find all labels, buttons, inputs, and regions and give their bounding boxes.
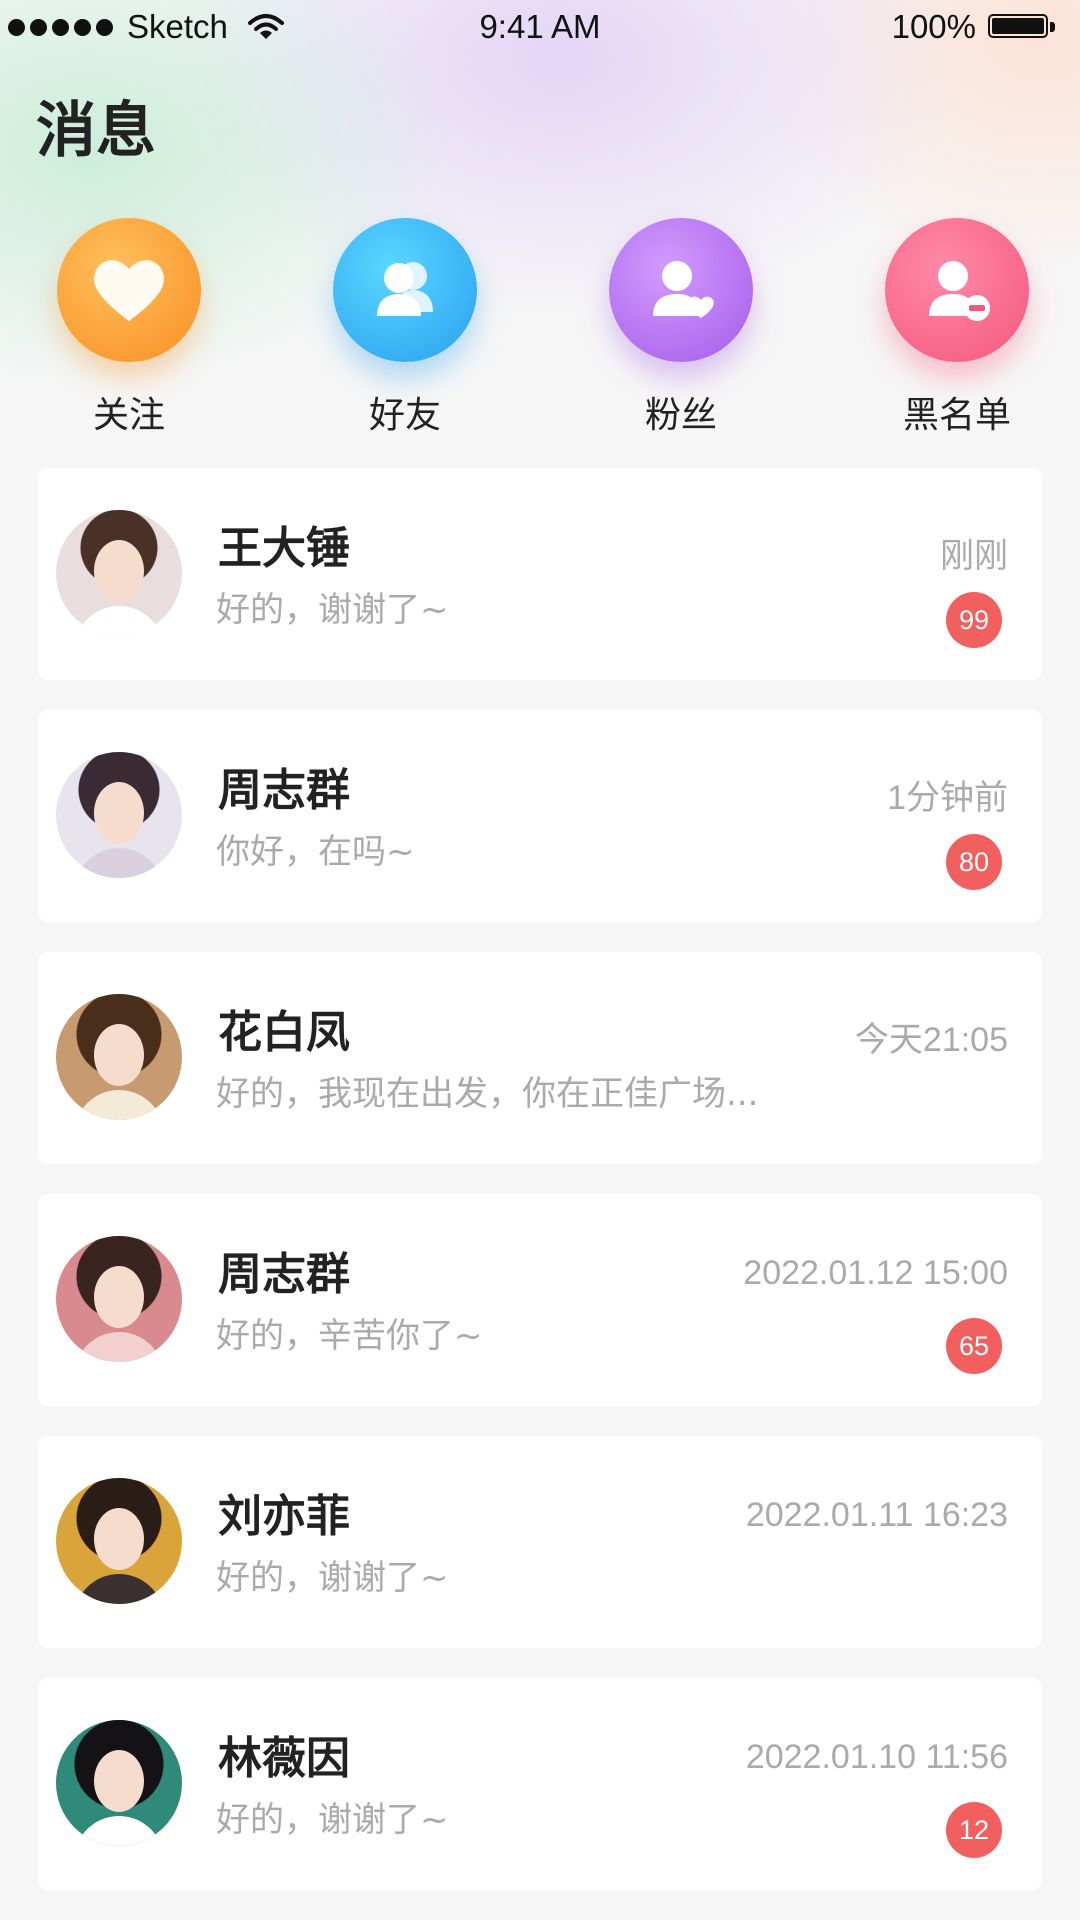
- message-item[interactable]: 刘亦菲 好的，谢谢了~ 2022.01.11 16:23: [38, 1436, 1042, 1648]
- quick-action-follow[interactable]: 关注: [54, 218, 204, 438]
- message-preview: 你好，在吗~: [216, 832, 415, 872]
- unread-badge: 12: [946, 1802, 1002, 1858]
- avatar: [56, 994, 182, 1120]
- contact-name: 周志群: [218, 1249, 350, 1300]
- quick-action-label: 黑名单: [902, 395, 1011, 436]
- message-preview: 好的，谢谢了~: [216, 1800, 449, 1840]
- quick-action-blacklist[interactable]: 黑名单: [882, 218, 1032, 438]
- heart-icon: [57, 218, 201, 362]
- avatar: [56, 1478, 182, 1604]
- message-item[interactable]: 周志群 好的，辛苦你了~ 2022.01.12 15:00 65: [38, 1194, 1042, 1406]
- message-time: 2022.01.12 15:00: [743, 1254, 1008, 1292]
- message-time: 2022.01.11 16:23: [745, 1496, 1008, 1534]
- message-time: 刚刚: [940, 537, 1008, 575]
- avatar: [56, 1720, 182, 1846]
- contact-name: 刘亦菲: [218, 1491, 350, 1542]
- avatar: [56, 752, 182, 878]
- contact-name: 林薇因: [218, 1733, 350, 1784]
- message-preview: 好的，我现在出发，你在正佳广场...: [216, 1074, 759, 1114]
- battery-percent: 100%: [891, 8, 976, 45]
- message-time: 2022.01.10 11:56: [745, 1738, 1008, 1776]
- avatar: [56, 1236, 182, 1362]
- avatar: [56, 510, 182, 636]
- page-title: 消息: [36, 96, 156, 166]
- message-preview: 好的，谢谢了~: [216, 1558, 449, 1598]
- quick-action-label: 关注: [92, 395, 165, 436]
- quick-action-label: 好友: [368, 395, 441, 436]
- friends-icon: [333, 218, 477, 362]
- battery-icon: [988, 12, 1058, 42]
- message-preview: 好的，谢谢了~: [216, 590, 449, 630]
- fans-icon: [609, 218, 753, 362]
- message-time: 1分钟前: [887, 779, 1008, 817]
- contact-name: 王大锤: [218, 523, 350, 574]
- contact-name: 花白凤: [218, 1007, 350, 1058]
- message-item[interactable]: 林薇因 好的，谢谢了~ 2022.01.10 11:56 12: [38, 1678, 1042, 1890]
- quick-action-label: 粉丝: [644, 395, 717, 436]
- status-bar: Sketch 9:41 AM 100%: [0, 0, 1080, 58]
- quick-action-fans[interactable]: 粉丝: [606, 218, 756, 438]
- message-preview: 好的，辛苦你了~: [216, 1316, 483, 1356]
- status-right: 100%: [892, 8, 1058, 46]
- blacklist-icon: [885, 218, 1029, 362]
- contact-name: 周志群: [218, 765, 350, 816]
- message-time: 今天21:05: [854, 1021, 1008, 1059]
- unread-badge: 65: [946, 1318, 1002, 1374]
- message-item[interactable]: 王大锤 好的，谢谢了~ 刚刚 99: [38, 468, 1042, 680]
- message-item[interactable]: 周志群 你好，在吗~ 1分钟前 80: [38, 710, 1042, 922]
- quick-action-friends[interactable]: 好友: [330, 218, 480, 438]
- unread-badge: 80: [946, 834, 1002, 890]
- message-item[interactable]: 花白凤 好的，我现在出发，你在正佳广场... 今天21:05: [38, 952, 1042, 1164]
- unread-badge: 99: [946, 592, 1002, 648]
